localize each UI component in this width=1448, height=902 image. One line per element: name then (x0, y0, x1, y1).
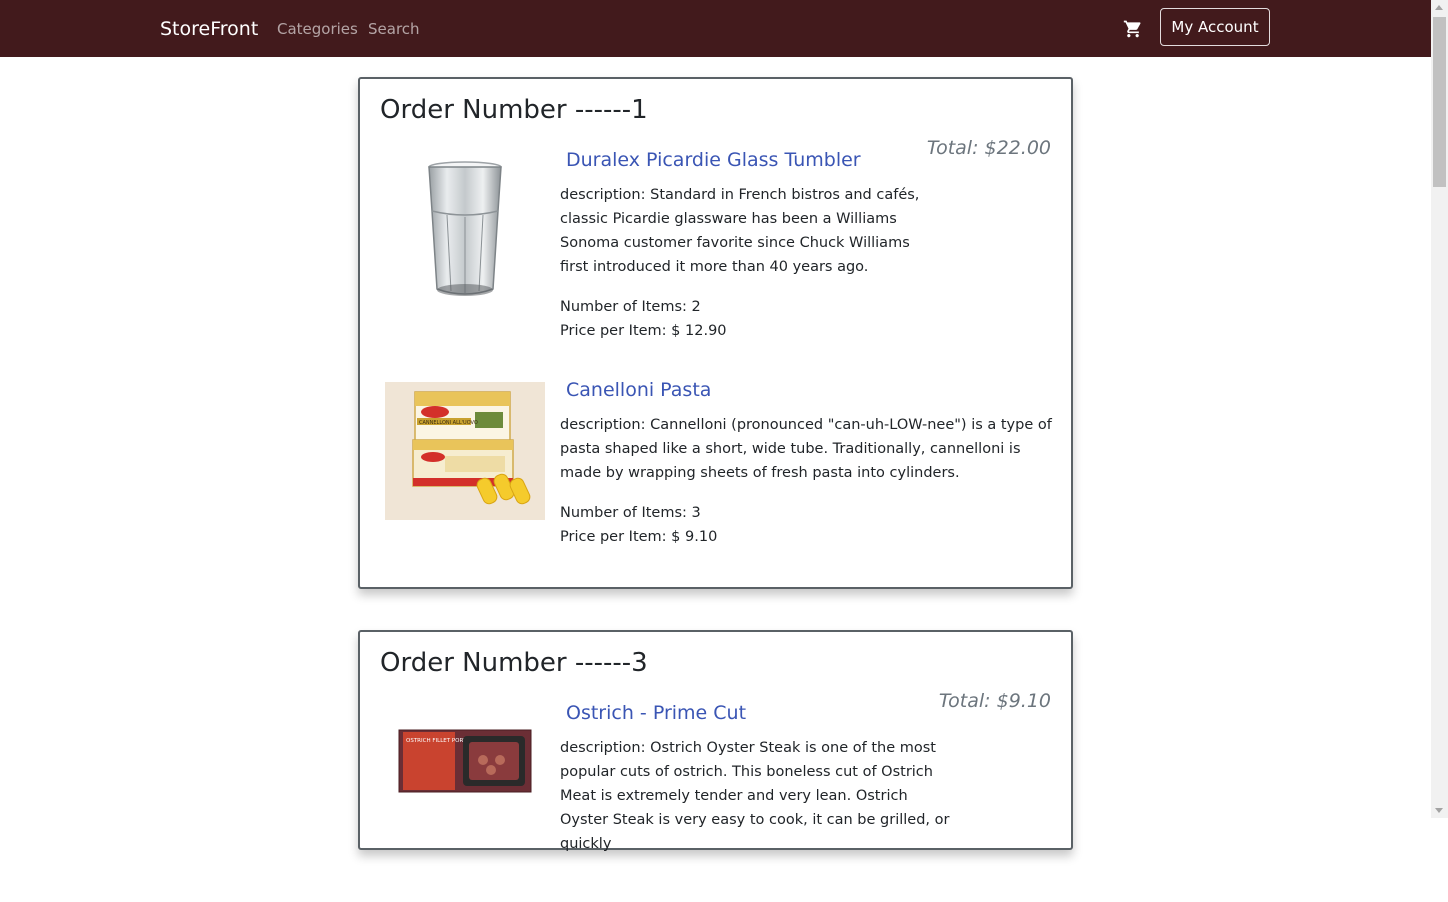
order-item: Duralex Picardie Glass Tumbler descripti… (360, 149, 1071, 349)
top-navbar: StoreFront Categories Search My Account (0, 0, 1431, 57)
product-description: description: Standard in French bistros … (560, 187, 920, 275)
item-quantity: Number of Items: 3 (560, 505, 701, 521)
product-description: description: Ostrich Oyster Steak is one… (560, 740, 950, 852)
my-account-button[interactable]: My Account (1160, 8, 1270, 46)
nav-link-search[interactable]: Search (368, 20, 420, 38)
order-title: Order Number ------1 (380, 95, 648, 125)
scroll-up-arrow-icon[interactable] (1435, 5, 1443, 10)
order-item: OSTRICH FILLET PORTIONS Ostrich - Prime … (360, 702, 1071, 902)
product-link[interactable]: Ostrich - Prime Cut (566, 702, 746, 724)
item-price: Price per Item: $ 9.10 (560, 529, 718, 545)
brand-link[interactable]: StoreFront (160, 18, 258, 40)
order-title: Order Number ------3 (380, 648, 648, 678)
scroll-down-arrow-icon[interactable] (1435, 808, 1443, 813)
order-item: CANNELLONI ALL'UOVO Canelloni Pasta desc… (360, 379, 1071, 579)
item-price: Price per Item: $ 12.90 (560, 323, 727, 339)
product-description: description: Cannelloni (pronounced "can… (560, 417, 1052, 481)
ostrich-prime-cut-image: OSTRICH FILLET PORTIONS (385, 706, 545, 826)
page-scrollbar[interactable] (1431, 0, 1448, 818)
product-link[interactable]: Canelloni Pasta (566, 379, 711, 401)
item-quantity: Number of Items: 2 (560, 299, 701, 315)
order-card: Order Number ------1 Total: $22.00 Dural… (358, 77, 1073, 589)
shopping-cart-icon[interactable] (1123, 19, 1143, 39)
scrollbar-thumb[interactable] (1433, 17, 1446, 187)
canelloni-pasta-image: CANNELLONI ALL'UOVO (385, 382, 545, 520)
order-card: Order Number ------3 Total: $9.10 OSTRIC… (358, 630, 1073, 852)
product-link[interactable]: Duralex Picardie Glass Tumbler (566, 149, 861, 171)
nav-link-categories[interactable]: Categories (277, 20, 358, 38)
glass-tumbler-image (385, 153, 545, 313)
pasta-package-text: CANNELLONI ALL'UOVO (419, 420, 478, 426)
